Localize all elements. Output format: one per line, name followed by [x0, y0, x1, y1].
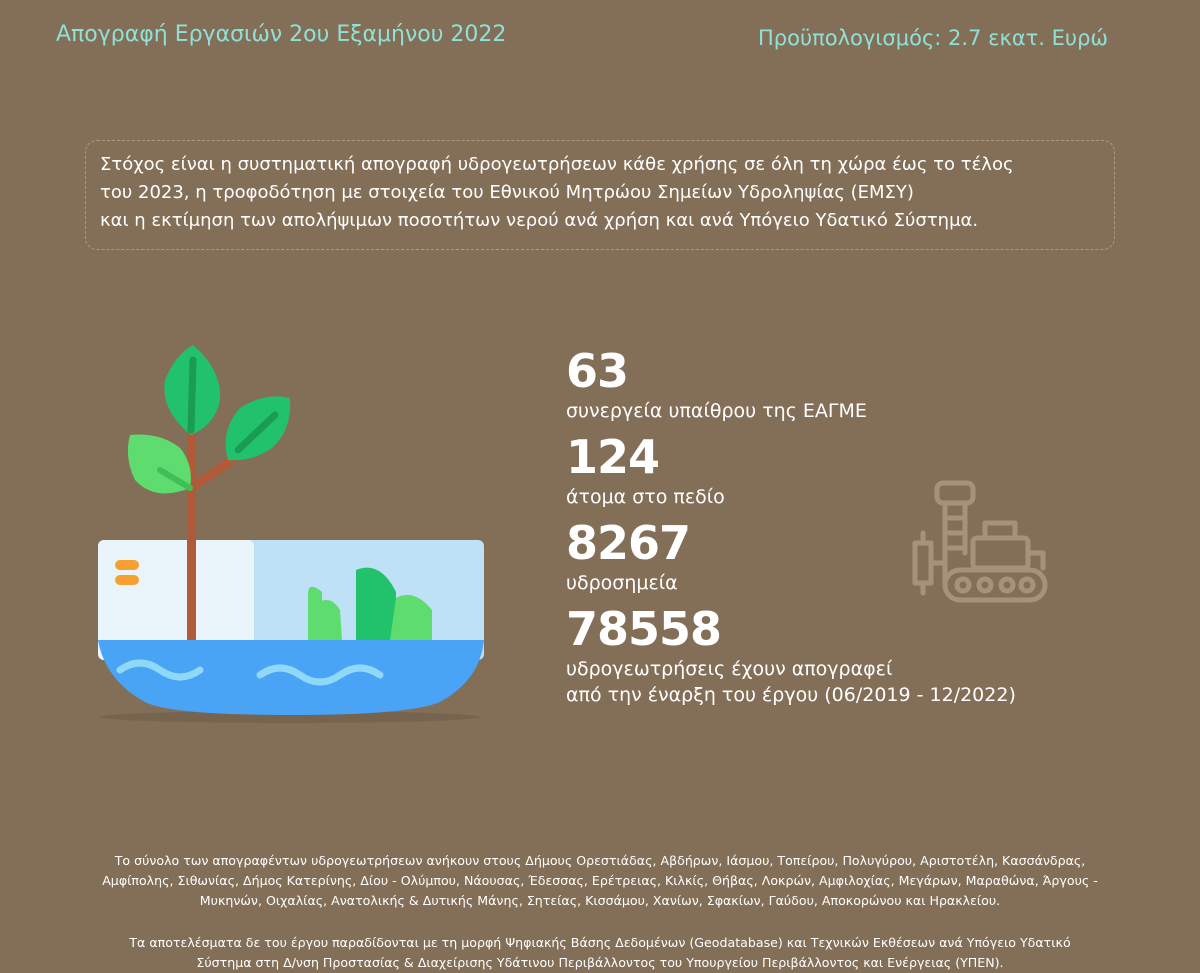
footer-line: Το σύνολο των απογραφέντων υδρογεωτρήσεω…: [114, 853, 1086, 868]
stat-label-extra: από την έναρξη του έργου (06/2019 - 12/2…: [566, 684, 1016, 706]
stat-label: συνεργεία υπαίθρου της ΕΑΓΜΕ: [566, 400, 867, 422]
footer-results: Τα αποτελέσματα δε του έργου παραδίδοντα…: [40, 933, 1160, 973]
stat-value: 124: [566, 430, 660, 484]
footer-line: Μυκηνών, Οιχαλίας, Ανατολικής & Δυτικής …: [199, 893, 1001, 908]
goal-box: Στόχος είναι η συστηματική απογραφή υδρο…: [85, 140, 1115, 250]
goal-line: και η εκτίμηση των απολήψιμων ποσοτήτων …: [100, 210, 979, 231]
drilling-rig-icon: [912, 480, 1048, 603]
footer-municipalities: Το σύνολο των απογραφέντων υδρογεωτρήσεω…: [40, 851, 1160, 911]
footer-line: Τα αποτελέσματα δε του έργου παραδίδοντα…: [129, 935, 1071, 950]
stat-value: 63: [566, 344, 629, 398]
header-budget: Προϋπολογισμός: 2.7 εκατ. Ευρώ: [758, 26, 1108, 50]
goal-line: του 2023, η τροφοδότηση με στοιχεία του …: [100, 182, 914, 203]
footer-line: Αμφίπολης, Σιθωνίας, Δήμος Κατερίνης, Δί…: [102, 873, 1098, 888]
goal-line: Στόχος είναι η συστηματική απογραφή υδρο…: [100, 154, 1014, 175]
plant-in-water-pot-icon: [98, 345, 484, 723]
header-title: Απογραφή Εργασιών 2ου Εξαμήνου 2022: [56, 22, 507, 47]
footer-line: Σύστημα στη Δ/νση Προστασίας & Διαχείρισ…: [196, 955, 1004, 970]
stat-label: υδρογεωτρήσεις έχουν απογραφεί: [566, 658, 893, 680]
